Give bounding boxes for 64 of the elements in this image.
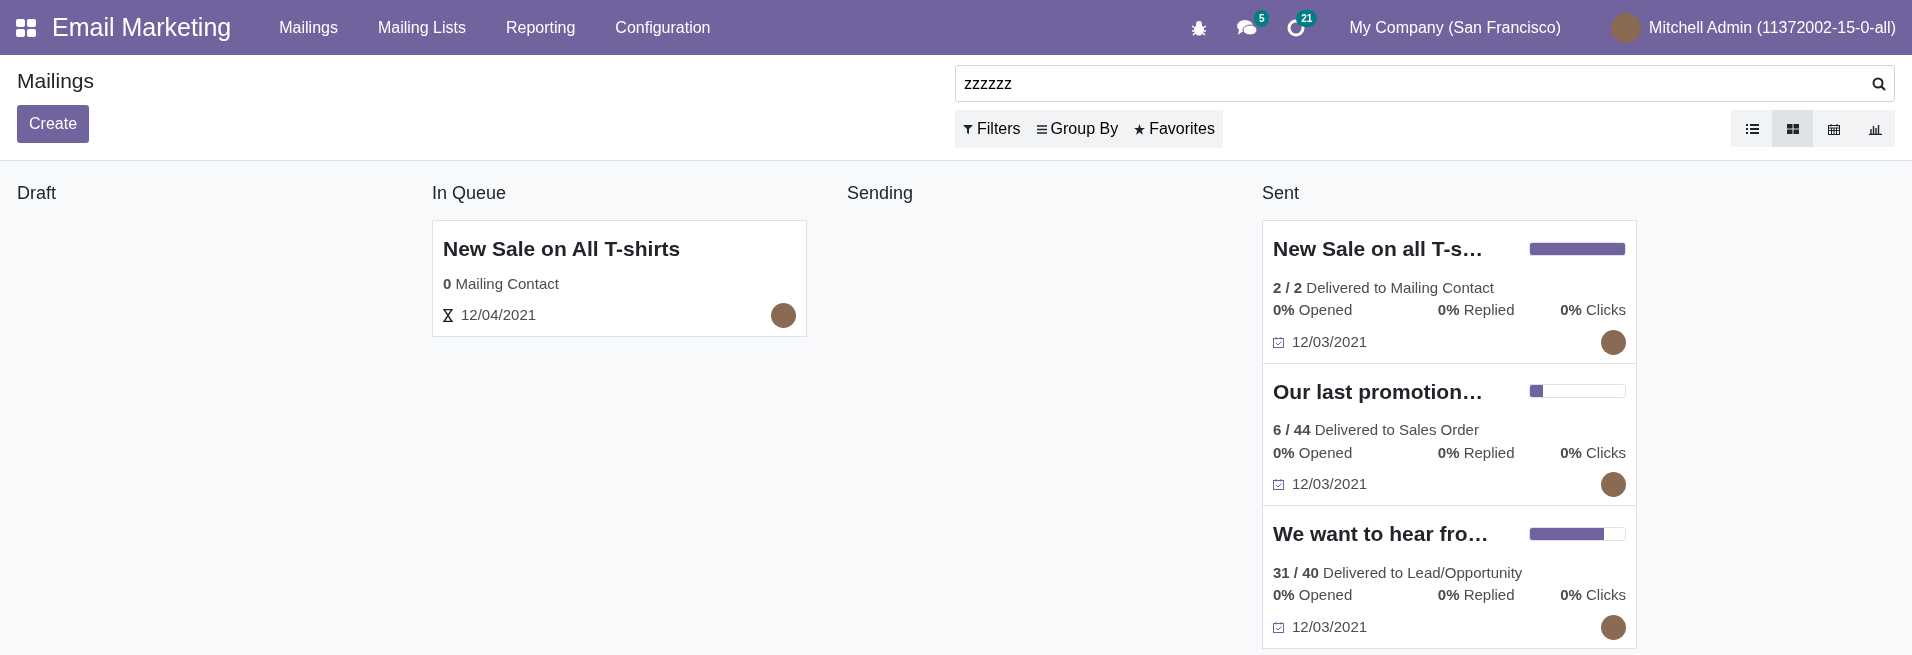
stat-text: 0% Replied <box>1437 585 1515 605</box>
company-switcher[interactable]: My Company (San Francisco) <box>1349 15 1562 40</box>
app-title[interactable]: Email Marketing <box>52 8 232 47</box>
search-icon[interactable] <box>1872 77 1886 91</box>
stat-text: 0% Opened <box>1273 442 1353 463</box>
date-text: 12/03/2021 <box>1292 474 1368 495</box>
delivered-text: 2 / 2 Delivered to Mailing Contact <box>1273 277 1495 298</box>
column-title: Sent <box>1262 182 1301 205</box>
mailing-card[interactable]: New Sale on all T-s… 2 / 2 Delivered to Mailing Contact 0% Opened 0% Replied 0% Clicks 12/03/2021 <box>1262 220 1637 364</box>
bug-icon[interactable] <box>1191 19 1208 36</box>
recipients-text: 0 Mailing Contact <box>443 273 560 294</box>
avatar <box>1601 614 1626 640</box>
view-switch-button[interactable] <box>1731 110 1772 147</box>
view-switch-button[interactable] <box>1813 110 1854 147</box>
calendar-check-icon <box>1273 479 1284 490</box>
user-menu[interactable]: Mitchell Admin (11372002-15-0-all) <box>1649 15 1896 40</box>
kanban-view-icon <box>1785 122 1800 135</box>
avatar <box>771 303 796 328</box>
calendar-check-icon <box>1273 621 1284 633</box>
mailing-card[interactable]: We want to hear fro… 31 / 40 Delivered to Lead/Opportunity 0% Opened 0% Replied 0% Clicks 12/03/2021 <box>1262 505 1637 649</box>
avatar <box>1601 329 1626 355</box>
bar-chart-view-icon <box>1867 122 1882 135</box>
search-field[interactable]: zzzzzz <box>955 65 1895 102</box>
stat-text: 0% Opened <box>1273 300 1353 320</box>
view-switch-button[interactable] <box>1854 110 1895 147</box>
lines-icon <box>1036 124 1047 134</box>
date-text: 12/04/2021 <box>461 305 537 326</box>
menu-item[interactable]: Mailing Lists <box>357 15 486 40</box>
list-view-icon <box>1744 122 1759 135</box>
stat-text: 0% Clicks <box>1560 585 1626 605</box>
date-text: 12/03/2021 <box>1292 331 1368 352</box>
card-title: New Sale on all T-s… <box>1273 236 1485 262</box>
star-icon <box>1134 123 1146 135</box>
stat-text: 0% Replied <box>1437 442 1515 463</box>
activity-count-badge: 21 <box>1296 9 1318 27</box>
breadcrumb: Mailings <box>17 68 95 94</box>
stat-text: 0% Opened <box>1273 585 1353 605</box>
hourglass-icon <box>443 309 453 322</box>
column-title: Draft <box>17 182 57 205</box>
menu-item[interactable]: Configuration <box>595 15 731 40</box>
chat-icon[interactable] <box>1237 18 1258 37</box>
stat-text: 0% Clicks <box>1560 300 1626 320</box>
delivered-text: 6 / 44 Delivered to Sales Order <box>1273 420 1480 440</box>
stat-text: 0% Replied <box>1437 300 1515 320</box>
message-count-badge: 5 <box>1253 9 1270 27</box>
menu-item[interactable]: Mailings <box>259 15 358 40</box>
avatar <box>1601 472 1626 497</box>
calendar-view-icon <box>1826 122 1841 135</box>
mailing-card[interactable]: Our last promotion… 6 / 44 Delivered to Sales Order 0% Opened 0% Replied 0% Clicks 12/03/2021 <box>1262 362 1637 506</box>
stat-text: 0% Clicks <box>1560 442 1626 463</box>
app-menu-icon[interactable] <box>16 18 36 37</box>
calendar-check-icon <box>1273 336 1284 348</box>
create-button[interactable]: Create <box>17 104 90 143</box>
date-text: 12/03/2021 <box>1292 616 1368 637</box>
column-title: Sending <box>847 182 915 205</box>
card-title: We want to hear fro… <box>1273 521 1490 547</box>
view-switch-button[interactable] <box>1772 110 1813 147</box>
delivered-text: 31 / 40 Delivered to Lead/Opportunity <box>1273 562 1524 583</box>
card-title: Our last promotion… <box>1273 378 1484 405</box>
card-title: New Sale on All T-shirts <box>443 236 682 262</box>
filter-icon <box>963 124 973 134</box>
column-title: In Queue <box>432 182 508 205</box>
mailing-card[interactable]: New Sale on All T-shirts 0 Mailing Contact 12/04/2021 <box>432 220 807 337</box>
menu-item[interactable]: Reporting <box>485 15 596 40</box>
